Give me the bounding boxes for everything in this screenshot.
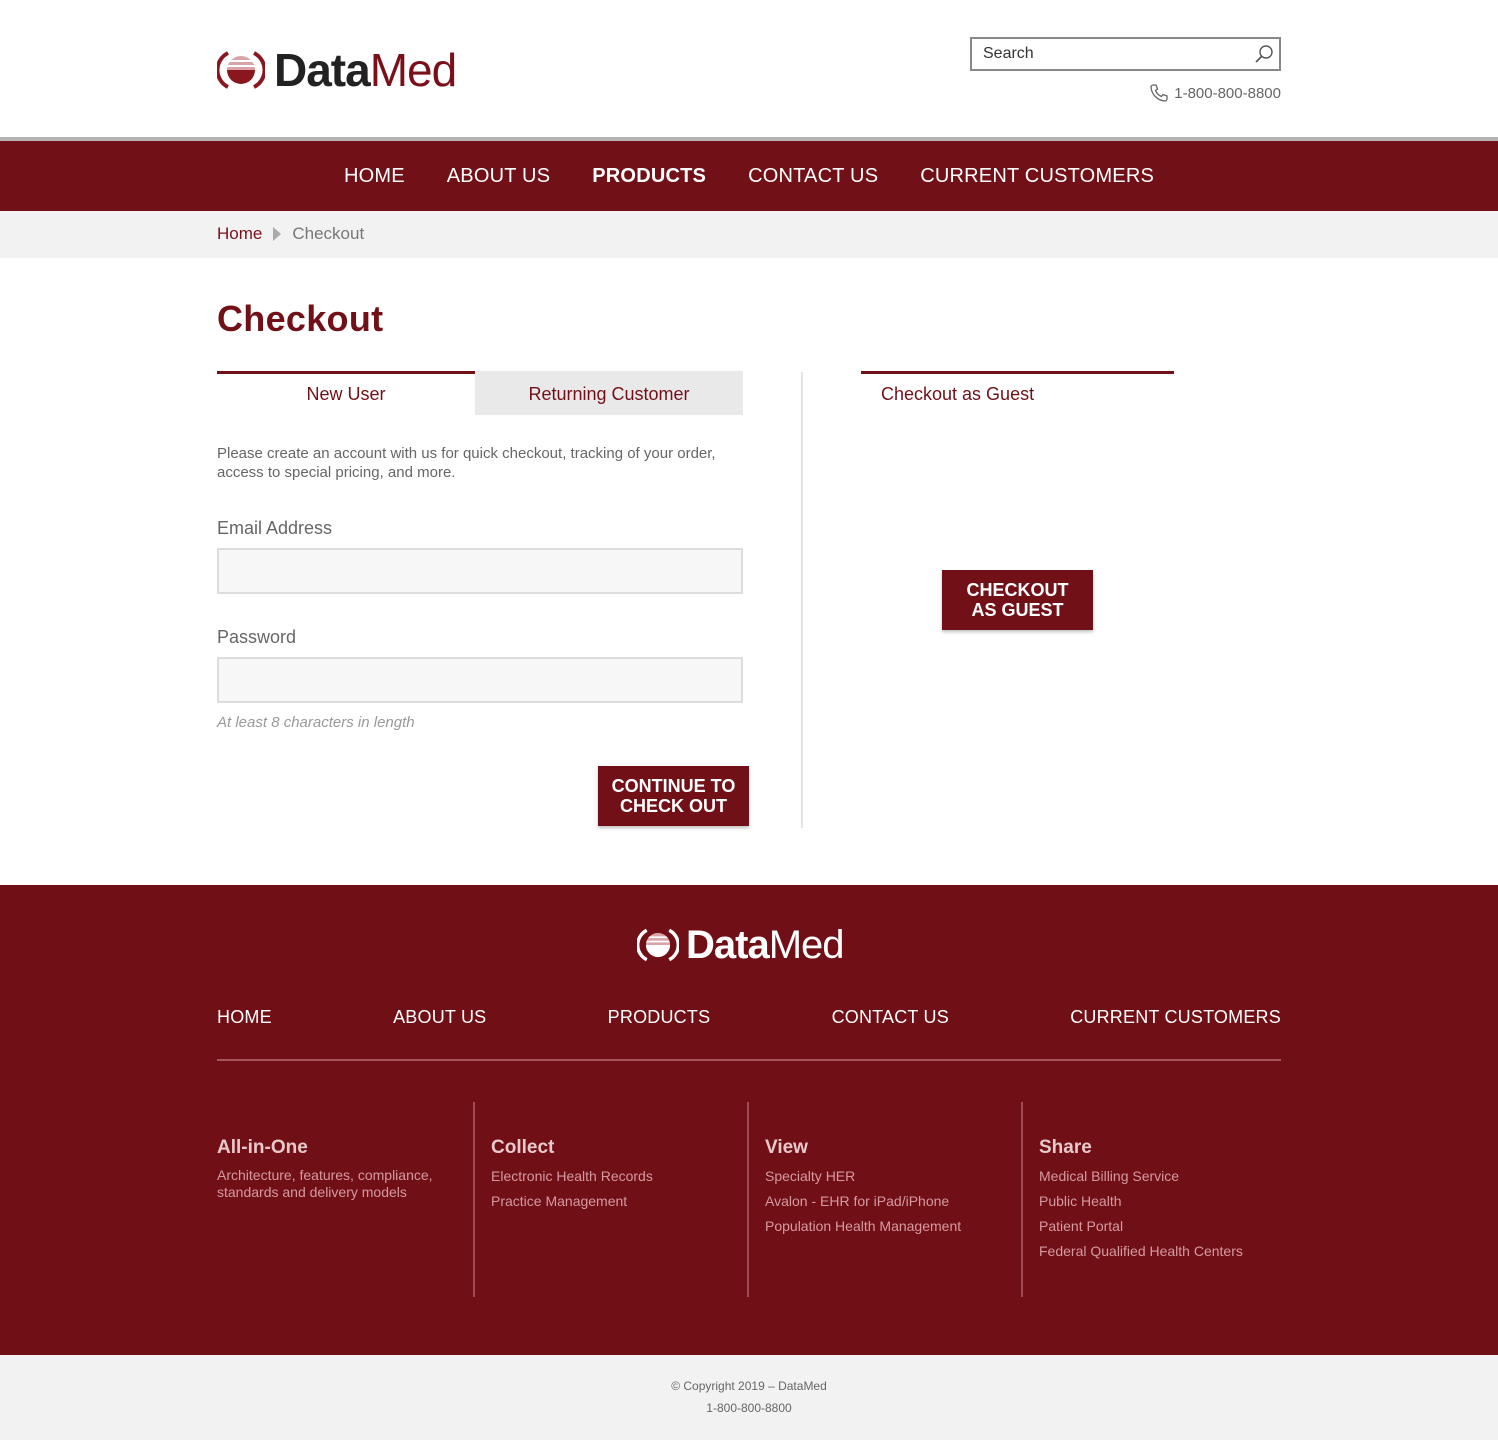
footer-nav: HOME ABOUT US PRODUCTS CONTACT US CURREN… bbox=[217, 1007, 1281, 1028]
footer-link[interactable]: Medical Billing Service bbox=[1039, 1164, 1281, 1189]
password-label: Password bbox=[217, 627, 297, 647]
footer-col-share: Share Medical Billing Service Public Hea… bbox=[1021, 1102, 1281, 1297]
nav-about-us[interactable]: ABOUT US bbox=[447, 165, 550, 188]
email-field[interactable] bbox=[219, 550, 741, 592]
tab-returning-customer[interactable]: Returning Customer bbox=[475, 371, 743, 415]
footer-logo-mark-icon bbox=[636, 926, 680, 964]
footer-divider bbox=[217, 1059, 1281, 1061]
footer-col-desc: Architecture, features, compliance, stan… bbox=[217, 1167, 433, 1200]
search-box bbox=[970, 37, 1281, 71]
footer-link[interactable]: Avalon - EHR for iPad/iPhone bbox=[765, 1189, 1022, 1214]
nav-products[interactable]: PRODUCTS bbox=[592, 165, 706, 188]
footer-col-all-in-one: All-in-One Architecture, features, compl… bbox=[217, 1102, 457, 1297]
footer-logo-text-light: Med bbox=[768, 923, 845, 967]
footer-nav-home[interactable]: HOME bbox=[217, 1007, 272, 1028]
footer-phone: 1-800-800-8800 bbox=[706, 1401, 792, 1415]
site-header: DataMed 1-800-800-8800 bbox=[0, 0, 1498, 138]
footer-nav-about-us[interactable]: ABOUT US bbox=[393, 1007, 486, 1028]
logo-text-bold: Data bbox=[274, 44, 371, 96]
nav-current-customers[interactable]: CURRENT CUSTOMERS bbox=[920, 165, 1154, 188]
footer-link[interactable]: Electronic Health Records bbox=[491, 1164, 748, 1189]
footer-col-view: View Specialty HER Avalon - EHR for iPad… bbox=[747, 1102, 1022, 1297]
continue-to-checkout-button[interactable]: CONTINUE TO CHECK OUT bbox=[598, 766, 749, 826]
account-tabs: New User Returning Customer bbox=[217, 371, 743, 415]
footer-col-title: Collect bbox=[491, 1137, 555, 1158]
search-input[interactable] bbox=[972, 39, 1249, 69]
nav-home[interactable]: HOME bbox=[344, 165, 405, 188]
copyright-text: © Copyright 2019 – DataMed bbox=[671, 1379, 827, 1393]
continue-line1: CONTINUE TO bbox=[611, 776, 736, 796]
logo-text-light: Med bbox=[369, 44, 457, 96]
footer-nav-products[interactable]: PRODUCTS bbox=[608, 1007, 711, 1028]
footer-link[interactable]: Specialty HER bbox=[765, 1164, 1022, 1189]
breadcrumb-home[interactable]: Home bbox=[217, 224, 262, 244]
footer-link[interactable]: Patient Portal bbox=[1039, 1214, 1281, 1239]
breadcrumb-current: Checkout bbox=[292, 224, 365, 243]
password-field-wrapper bbox=[217, 657, 743, 703]
footer-logo[interactable]: DataMed bbox=[636, 923, 845, 967]
footer-link[interactable]: Population Health Management bbox=[765, 1214, 1022, 1239]
copyright-bar: © Copyright 2019 – DataMed 1-800-800-880… bbox=[0, 1355, 1498, 1440]
chevron-right-icon bbox=[273, 227, 282, 241]
phone-icon bbox=[1149, 83, 1169, 103]
footer-link[interactable]: Practice Management bbox=[491, 1189, 748, 1214]
column-divider bbox=[801, 372, 803, 828]
checkout-as-guest-button[interactable]: CHECKOUT AS GUEST bbox=[942, 570, 1093, 630]
nav-contact-us[interactable]: CONTACT US bbox=[748, 165, 878, 188]
main-nav: HOME ABOUT US PRODUCTS CONTACT US CURREN… bbox=[0, 141, 1498, 211]
guest-line2: AS GUEST bbox=[971, 600, 1064, 620]
header-phone[interactable]: 1-800-800-8800 bbox=[1149, 83, 1281, 103]
footer-link[interactable]: Federal Qualified Health Centers bbox=[1039, 1239, 1281, 1264]
continue-line2: CHECK OUT bbox=[619, 796, 727, 816]
search-icon[interactable] bbox=[1249, 39, 1279, 69]
intro-text: Please create an account with us for qui… bbox=[217, 445, 716, 481]
header-phone-number: 1-800-800-8800 bbox=[1174, 84, 1281, 102]
datamed-logo[interactable]: DataMed bbox=[215, 44, 457, 96]
email-field-wrapper bbox=[217, 548, 743, 594]
site-footer: DataMed HOME ABOUT US PRODUCTS CONTACT U… bbox=[0, 885, 1498, 1355]
guest-line1: CHECKOUT bbox=[966, 580, 1069, 600]
breadcrumb: Home Checkout bbox=[0, 211, 1498, 258]
password-field[interactable] bbox=[219, 659, 741, 701]
tab-new-user[interactable]: New User bbox=[217, 371, 475, 415]
footer-link[interactable]: Public Health bbox=[1039, 1189, 1281, 1214]
footer-nav-contact-us[interactable]: CONTACT US bbox=[832, 1007, 949, 1028]
guest-heading: Checkout as Guest bbox=[861, 371, 1174, 415]
password-hint: At least 8 characters in length bbox=[217, 714, 415, 731]
footer-logo-text-bold: Data bbox=[686, 923, 770, 967]
page-title: Checkout bbox=[217, 298, 384, 339]
footer-col-title: All-in-One bbox=[217, 1137, 308, 1158]
logo-mark-icon bbox=[215, 48, 267, 92]
footer-col-title: View bbox=[765, 1137, 808, 1158]
footer-nav-current-customers[interactable]: CURRENT CUSTOMERS bbox=[1070, 1007, 1281, 1028]
footer-col-collect: Collect Electronic Health Records Practi… bbox=[473, 1102, 748, 1297]
email-label: Email Address bbox=[217, 518, 333, 538]
footer-col-title: Share bbox=[1039, 1137, 1092, 1158]
